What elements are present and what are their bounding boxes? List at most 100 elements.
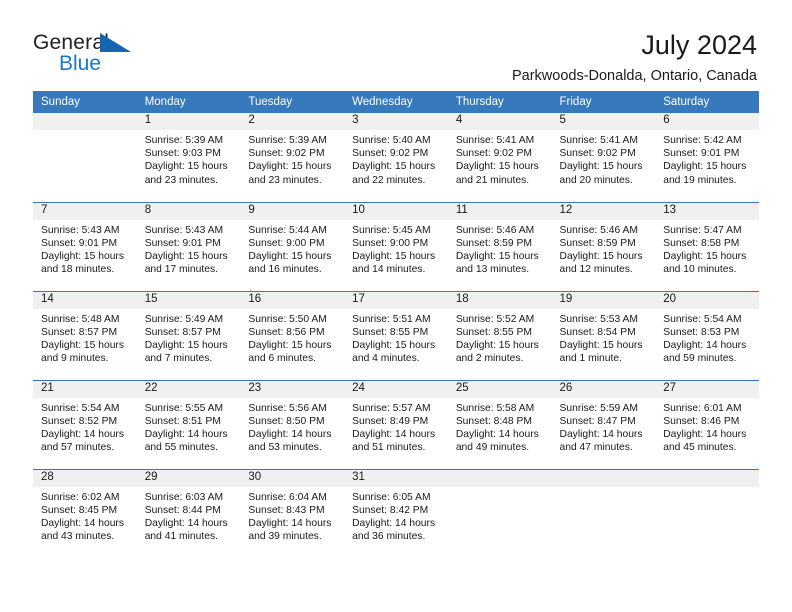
calendar-week-row: 21 Sunrise: 5:54 AM Sunset: 8:52 PM Dayligh… [33, 379, 759, 469]
day-cell[interactable]: 30 Sunrise: 6:04 AM Sunset: 8:43 PM Dayligh… [240, 468, 345, 558]
day-cell[interactable]: 8 Sunrise: 5:43 AM Sunset: 9:01 PM Daylight… [136, 201, 241, 291]
day-number: 5 [551, 113, 656, 130]
sunset-text: Sunset: 9:02 PM [248, 148, 325, 160]
day-cell[interactable]: 23 Sunrise: 5:56 AM Sunset: 8:50 PM Dayligh… [240, 379, 345, 469]
sunset-text: Sunset: 8:55 PM [455, 326, 532, 338]
day-details [448, 487, 552, 491]
sunset-text: Sunset: 8:58 PM [663, 237, 740, 249]
daylight-text-cont: and 55 minutes. [144, 442, 218, 454]
weekday-header-thursday: Thursday [447, 91, 552, 113]
day-details: Sunrise: 6:04 AM Sunset: 8:43 PM Daylight:… [240, 487, 344, 544]
daylight-text: Daylight: 14 hours [663, 339, 747, 351]
day-cell[interactable]: 20 Sunrise: 5:54 AM Sunset: 8:53 PM Dayligh… [655, 290, 759, 380]
day-number: 18 [447, 291, 552, 309]
day-number: 8 [136, 202, 241, 220]
day-number: 28 [33, 469, 137, 487]
sunrise-text: Sunrise: 6:03 AM [144, 491, 224, 503]
day-cell[interactable]: 19 Sunrise: 5:53 AM Sunset: 8:54 PM Dayligh… [551, 290, 656, 380]
sunrise-text: Sunrise: 5:44 AM [248, 224, 327, 236]
day-cell[interactable]: 1 Sunrise: 5:39 AM Sunset: 9:03 PM Daylight… [136, 113, 241, 202]
daylight-text-cont: and 45 minutes. [663, 442, 737, 454]
daylight-text: Daylight: 15 hours [352, 339, 436, 351]
day-number: 29 [136, 469, 241, 487]
day-cell[interactable]: 28 Sunrise: 6:02 AM Sunset: 8:45 PM Dayligh… [33, 468, 137, 558]
sunrise-text: Sunrise: 5:46 AM [455, 224, 535, 236]
day-cell[interactable]: 11 Sunrise: 5:46 AM Sunset: 8:59 PM Dayligh… [447, 201, 552, 291]
sunrise-text: Sunrise: 5:52 AM [455, 313, 535, 325]
sunrise-text: Sunrise: 6:02 AM [41, 491, 120, 503]
day-cell[interactable]: 24 Sunrise: 5:57 AM Sunset: 8:49 PM Dayligh… [344, 379, 448, 469]
day-cell[interactable]: 7 Sunrise: 5:43 AM Sunset: 9:01 PM Daylight… [33, 201, 137, 291]
day-details: Sunrise: 5:39 AM Sunset: 9:03 PM Daylight:… [137, 130, 241, 187]
day-number: 6 [655, 113, 759, 130]
daylight-text: Daylight: 15 hours [455, 250, 539, 262]
daylight-text: Daylight: 15 hours [559, 250, 643, 262]
sunrise-text: Sunrise: 5:48 AM [41, 313, 120, 325]
day-details: Sunrise: 6:05 AM Sunset: 8:42 PM Daylight:… [344, 487, 448, 544]
day-cell-empty [655, 468, 759, 558]
calendar-body: 1 Sunrise: 5:39 AM Sunset: 9:03 PM Daylight… [33, 113, 759, 558]
daylight-text-cont: and 41 minutes. [144, 531, 218, 543]
day-cell[interactable]: 31 Sunrise: 6:05 AM Sunset: 8:42 PM Dayligh… [344, 468, 448, 558]
day-details: Sunrise: 5:49 AM Sunset: 8:57 PM Daylight:… [137, 309, 241, 366]
sunset-text: Sunset: 8:47 PM [559, 415, 636, 427]
day-cell[interactable]: 4 Sunrise: 5:41 AM Sunset: 9:02 PM Daylight… [447, 113, 552, 202]
sunrise-text: Sunrise: 5:59 AM [559, 402, 638, 414]
day-cell[interactable]: 18 Sunrise: 5:52 AM Sunset: 8:55 PM Dayligh… [447, 290, 552, 380]
day-cell[interactable]: 13 Sunrise: 5:47 AM Sunset: 8:58 PM Dayligh… [655, 201, 759, 291]
day-cell[interactable]: 22 Sunrise: 5:55 AM Sunset: 8:51 PM Dayligh… [136, 379, 241, 469]
daylight-text-cont: and 10 minutes. [663, 264, 737, 276]
day-cell[interactable]: 29 Sunrise: 6:03 AM Sunset: 8:44 PM Dayligh… [136, 468, 241, 558]
day-details: Sunrise: 5:48 AM Sunset: 8:57 PM Daylight:… [33, 309, 137, 366]
day-details: Sunrise: 5:50 AM Sunset: 8:56 PM Daylight:… [240, 309, 344, 366]
daylight-text: Daylight: 15 hours [248, 161, 332, 173]
day-cell[interactable]: 6 Sunrise: 5:42 AM Sunset: 9:01 PM Daylight… [655, 113, 759, 202]
daylight-text: Daylight: 14 hours [248, 517, 332, 529]
day-number: 21 [33, 380, 137, 398]
sunrise-text: Sunrise: 5:40 AM [352, 135, 431, 146]
sunrise-text: Sunrise: 6:05 AM [352, 491, 431, 503]
sunrise-text: Sunrise: 5:54 AM [41, 402, 120, 414]
daylight-text: Daylight: 15 hours [144, 250, 228, 262]
day-details: Sunrise: 5:58 AM Sunset: 8:48 PM Daylight:… [448, 398, 552, 455]
day-cell[interactable]: 12 Sunrise: 5:46 AM Sunset: 8:59 PM Dayligh… [551, 201, 656, 291]
day-cell[interactable]: 17 Sunrise: 5:51 AM Sunset: 8:55 PM Dayligh… [344, 290, 448, 380]
day-cell[interactable]: 2 Sunrise: 5:39 AM Sunset: 9:02 PM Daylight… [240, 113, 345, 202]
day-cell[interactable]: 15 Sunrise: 5:49 AM Sunset: 8:57 PM Dayligh… [136, 290, 241, 380]
day-cell[interactable]: 21 Sunrise: 5:54 AM Sunset: 8:52 PM Dayligh… [33, 379, 137, 469]
daylight-text-cont: and 12 minutes. [559, 264, 633, 276]
weekday-header-row: Sunday Monday Tuesday Wednesday Thursday… [33, 91, 759, 113]
sunrise-text: Sunrise: 5:43 AM [144, 224, 224, 236]
day-cell[interactable]: 9 Sunrise: 5:44 AM Sunset: 9:00 PM Daylight… [240, 201, 345, 291]
day-number: 22 [136, 380, 241, 398]
sunrise-text: Sunrise: 6:01 AM [663, 402, 742, 414]
day-number: 15 [136, 291, 241, 309]
day-cell-empty [551, 468, 656, 558]
day-details: Sunrise: 5:56 AM Sunset: 8:50 PM Daylight:… [240, 398, 344, 455]
day-cell[interactable]: 25 Sunrise: 5:58 AM Sunset: 8:48 PM Dayligh… [447, 379, 552, 469]
day-cell[interactable]: 27 Sunrise: 6:01 AM Sunset: 8:46 PM Dayligh… [655, 379, 759, 469]
day-details: Sunrise: 5:53 AM Sunset: 8:54 PM Daylight:… [552, 309, 656, 366]
sunrise-text: Sunrise: 5:51 AM [352, 313, 431, 325]
sunset-text: Sunset: 8:57 PM [41, 326, 118, 338]
day-details: Sunrise: 6:01 AM Sunset: 8:46 PM Daylight:… [655, 398, 759, 455]
day-number: 1 [136, 113, 241, 130]
day-details: Sunrise: 5:59 AM Sunset: 8:47 PM Daylight:… [552, 398, 656, 455]
sunrise-text: Sunrise: 5:45 AM [352, 224, 431, 236]
daylight-text: Daylight: 15 hours [41, 339, 124, 351]
day-cell[interactable]: 14 Sunrise: 5:48 AM Sunset: 8:57 PM Dayligh… [33, 290, 137, 380]
title-block: July 2024 Parkwoods-Donalda, Ontario, Ca… [512, 30, 757, 84]
day-cell[interactable]: 26 Sunrise: 5:59 AM Sunset: 8:47 PM Dayligh… [551, 379, 656, 469]
daylight-text: Daylight: 14 hours [41, 428, 124, 440]
day-cell[interactable]: 16 Sunrise: 5:50 AM Sunset: 8:56 PM Dayligh… [240, 290, 345, 380]
day-cell[interactable]: 3 Sunrise: 5:40 AM Sunset: 9:02 PM Daylight… [344, 113, 448, 202]
sunrise-text: Sunrise: 5:56 AM [248, 402, 327, 414]
daylight-text-cont: and 1 minute. [559, 353, 622, 365]
day-cell[interactable]: 5 Sunrise: 5:41 AM Sunset: 9:02 PM Daylight… [551, 113, 656, 202]
daylight-text: Daylight: 15 hours [663, 161, 747, 173]
daylight-text: Daylight: 15 hours [663, 250, 747, 262]
day-cell-empty [33, 113, 137, 202]
daylight-text: Daylight: 15 hours [144, 339, 228, 351]
logo-text-general: General [33, 31, 110, 54]
day-cell[interactable]: 10 Sunrise: 5:45 AM Sunset: 9:00 PM Dayligh… [344, 201, 448, 291]
